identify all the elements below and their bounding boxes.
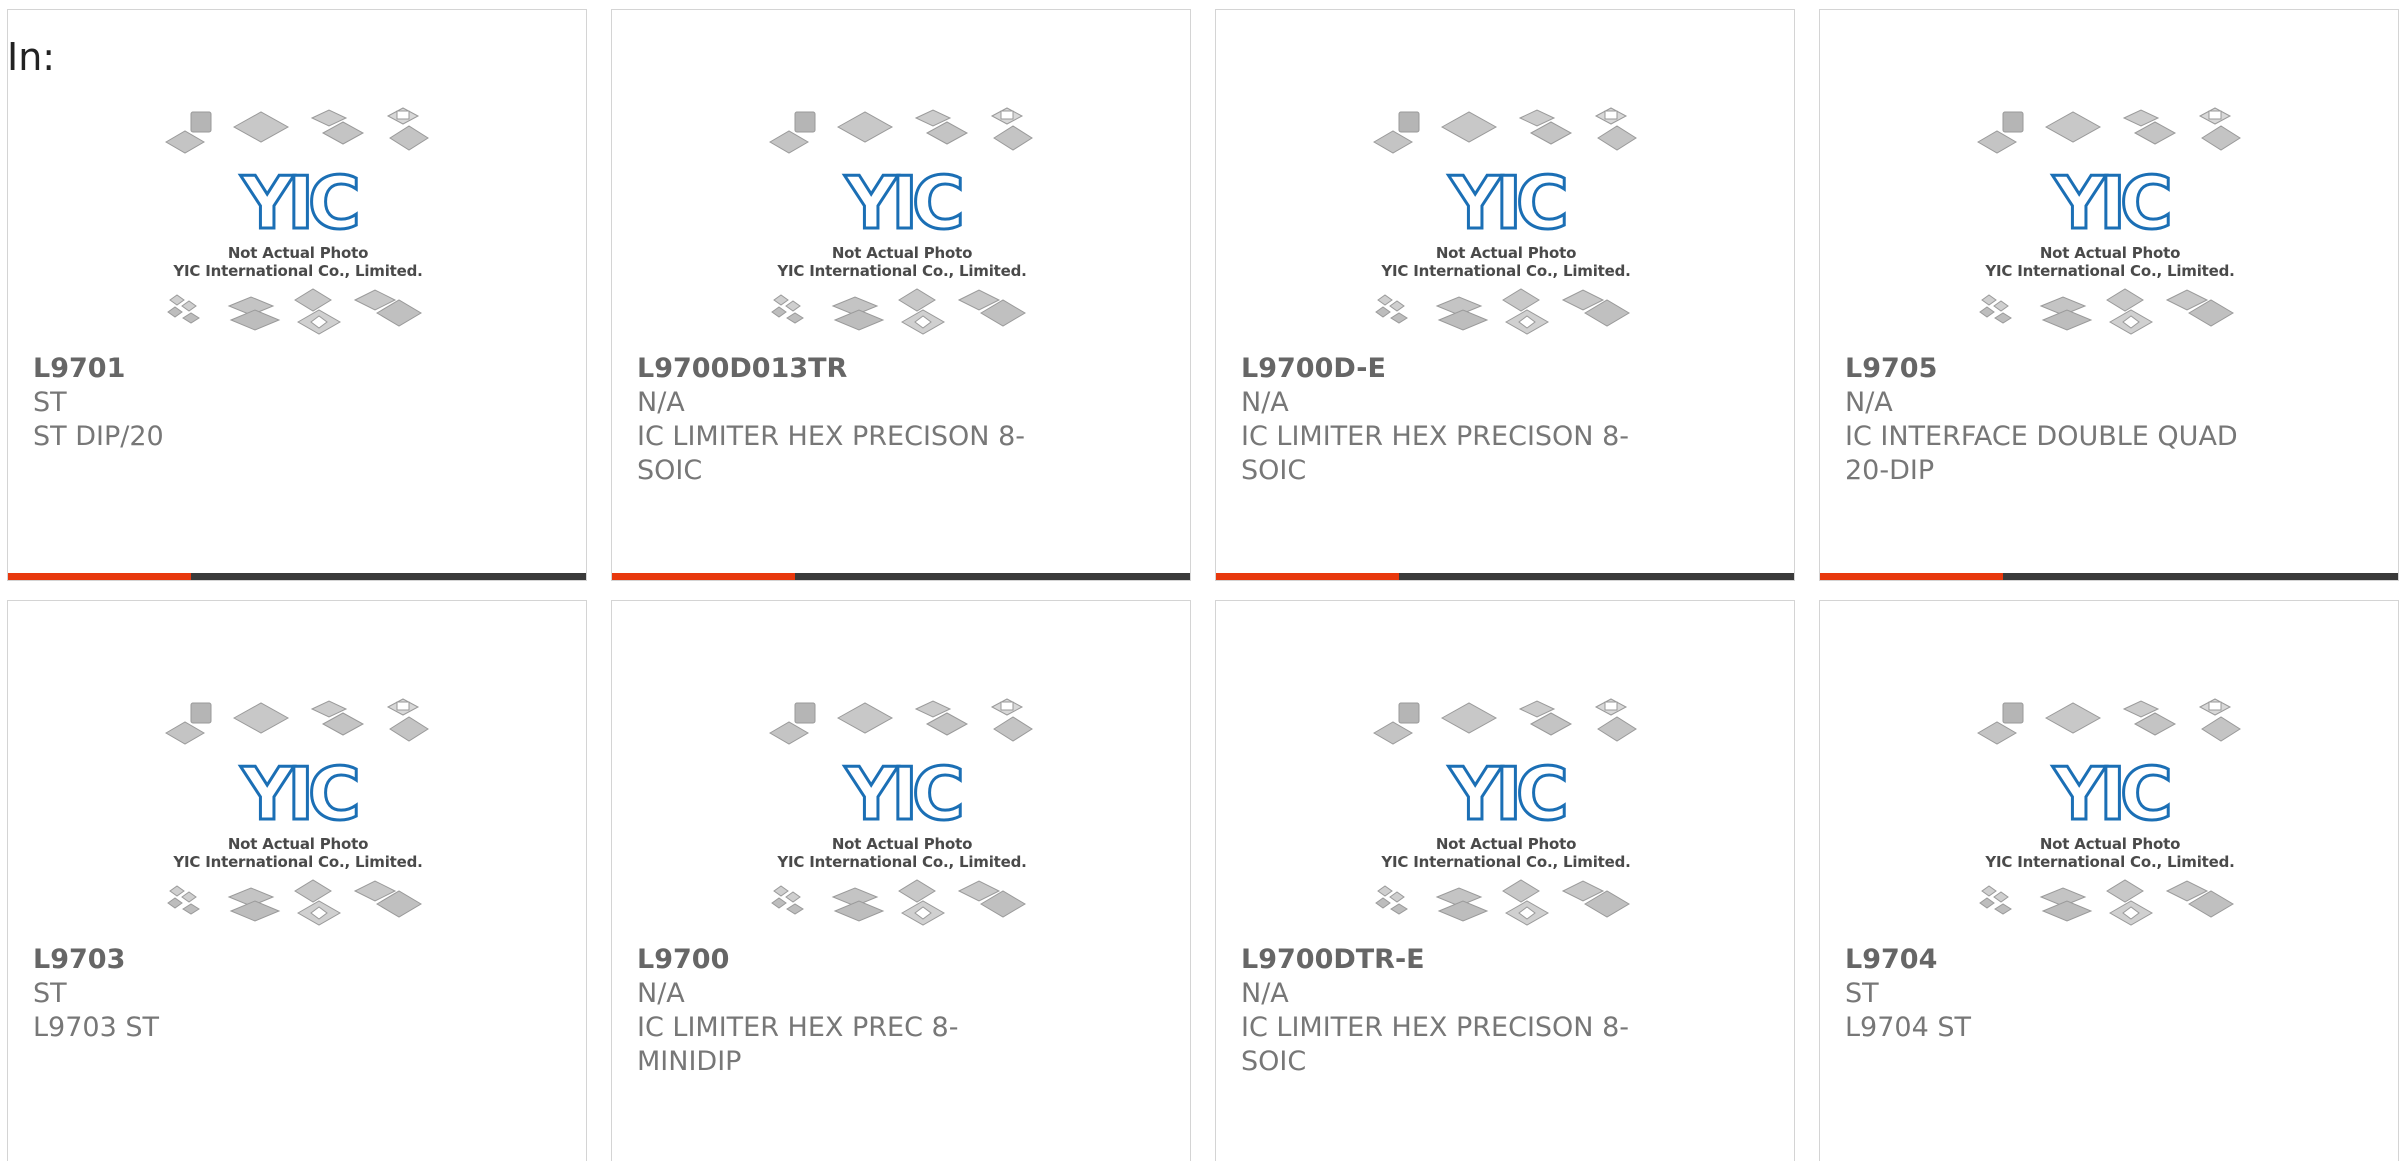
yic-logo: YIC (1448, 752, 1565, 836)
chip-cluster-bottom (1979, 879, 2234, 926)
card-accent-bar (612, 573, 795, 580)
chip-cluster-top (1373, 107, 1637, 154)
part-number[interactable]: L9700D013TR (637, 352, 1057, 386)
placeholder-caption-line1: Not Actual Photo (2039, 244, 2181, 262)
chip-cluster-top (1373, 698, 1637, 745)
manufacturer: N/A (1845, 387, 1893, 418)
yic-logo: YIC (240, 752, 357, 836)
yic-logo: YIC (1448, 161, 1565, 245)
product-info: L9703 ST L9703 ST (33, 943, 453, 1045)
chip-cluster-bottom (1375, 879, 1630, 926)
yic-logo: YIC (844, 161, 961, 245)
chip-cluster-top (165, 698, 429, 745)
part-number[interactable]: L9701 (33, 352, 453, 386)
part-number[interactable]: L9705 (1845, 352, 2265, 386)
manufacturer: N/A (1241, 387, 1289, 418)
description: IC LIMITER HEX PRECISON 8-SOIC (1241, 1012, 1630, 1077)
product-card[interactable]: YIC Not Actual Photo YIC International C… (7, 9, 587, 581)
page: In: YIC Not Actual Photo YIC Internation… (0, 0, 2400, 1161)
chip-cluster-bottom (771, 288, 1026, 335)
placeholder-caption-line2: YIC International Co., Limited. (1381, 262, 1631, 280)
placeholder-image: YIC Not Actual Photo YIC International C… (1371, 691, 1641, 936)
product-info: L9700 N/A IC LIMITER HEX PREC 8-MINIDIP (637, 943, 1057, 1079)
chip-cluster-top (1977, 107, 2241, 154)
placeholder-caption-line1: Not Actual Photo (1435, 835, 1577, 853)
yic-logo: YIC (2052, 752, 2169, 836)
card-bottom-bar (612, 573, 1190, 580)
product-card[interactable]: YIC Not Actual Photo YIC International C… (611, 600, 1191, 1161)
placeholder-caption-line2: YIC International Co., Limited. (777, 262, 1027, 280)
part-number[interactable]: L9700DTR-E (1241, 943, 1661, 977)
product-card[interactable]: YIC Not Actual Photo YIC International C… (1819, 9, 2399, 581)
yic-logo: YIC (2052, 161, 2169, 245)
manufacturer: N/A (637, 978, 685, 1009)
description: IC LIMITER HEX PRECISON 8-SOIC (637, 421, 1026, 486)
placeholder-caption-line1: Not Actual Photo (831, 244, 973, 262)
product-card[interactable]: YIC Not Actual Photo YIC International C… (1819, 600, 2399, 1161)
manufacturer: ST (1845, 978, 1879, 1009)
card-accent-bar (1216, 573, 1399, 580)
part-number[interactable]: L9700 (637, 943, 1057, 977)
card-bottom-bar (8, 573, 586, 580)
placeholder-caption-line2: YIC International Co., Limited. (173, 853, 423, 871)
yic-logo: YIC (844, 752, 961, 836)
in-label: In: (7, 35, 56, 79)
yic-logo: YIC (240, 161, 357, 245)
card-bottom-bar (1820, 573, 2398, 580)
part-number[interactable]: L9700D-E (1241, 352, 1661, 386)
description: IC INTERFACE DOUBLE QUAD 20-DIP (1845, 421, 2238, 486)
part-number[interactable]: L9704 (1845, 943, 2265, 977)
placeholder-caption-line1: Not Actual Photo (227, 244, 369, 262)
description: IC LIMITER HEX PREC 8-MINIDIP (637, 1012, 959, 1077)
placeholder-caption-line1: Not Actual Photo (831, 835, 973, 853)
placeholder-caption-line1: Not Actual Photo (1435, 244, 1577, 262)
description: L9703 ST (33, 1012, 159, 1043)
product-grid: YIC Not Actual Photo YIC International C… (7, 9, 2400, 1161)
product-info: L9705 N/A IC INTERFACE DOUBLE QUAD 20-DI… (1845, 352, 2265, 488)
manufacturer: N/A (1241, 978, 1289, 1009)
card-accent-bar (1820, 573, 2003, 580)
chip-cluster-top (769, 107, 1033, 154)
placeholder-caption-line1: Not Actual Photo (227, 835, 369, 853)
placeholder-image: YIC Not Actual Photo YIC International C… (163, 100, 433, 345)
product-info: L9700D-E N/A IC LIMITER HEX PRECISON 8-S… (1241, 352, 1661, 488)
product-info: L9700DTR-E N/A IC LIMITER HEX PRECISON 8… (1241, 943, 1661, 1079)
product-card[interactable]: YIC Not Actual Photo YIC International C… (1215, 9, 1795, 581)
chip-cluster-top (1977, 698, 2241, 745)
placeholder-caption-line2: YIC International Co., Limited. (1985, 853, 2235, 871)
placeholder-image: YIC Not Actual Photo YIC International C… (767, 691, 1037, 936)
product-info: L9700D013TR N/A IC LIMITER HEX PRECISON … (637, 352, 1057, 488)
placeholder-caption-line1: Not Actual Photo (2039, 835, 2181, 853)
description: L9704 ST (1845, 1012, 1971, 1043)
chip-cluster-bottom (1375, 288, 1630, 335)
product-info: L9704 ST L9704 ST (1845, 943, 2265, 1045)
placeholder-image: YIC Not Actual Photo YIC International C… (163, 691, 433, 936)
product-card[interactable]: YIC Not Actual Photo YIC International C… (1215, 600, 1795, 1161)
card-accent-bar (8, 573, 191, 580)
product-info: L9701 ST ST DIP/20 (33, 352, 453, 454)
description: IC LIMITER HEX PRECISON 8-SOIC (1241, 421, 1630, 486)
product-card[interactable]: YIC Not Actual Photo YIC International C… (611, 9, 1191, 581)
placeholder-caption-line2: YIC International Co., Limited. (1985, 262, 2235, 280)
chip-cluster-bottom (1979, 288, 2234, 335)
placeholder-caption-line2: YIC International Co., Limited. (1381, 853, 1631, 871)
card-bottom-bar (1216, 573, 1794, 580)
placeholder-image: YIC Not Actual Photo YIC International C… (1371, 100, 1641, 345)
manufacturer: N/A (637, 387, 685, 418)
manufacturer: ST (33, 978, 67, 1009)
product-card[interactable]: YIC Not Actual Photo YIC International C… (7, 600, 587, 1161)
placeholder-image: YIC Not Actual Photo YIC International C… (767, 100, 1037, 345)
chip-cluster-bottom (167, 879, 422, 926)
placeholder-caption-line2: YIC International Co., Limited. (173, 262, 423, 280)
placeholder-caption-line2: YIC International Co., Limited. (777, 853, 1027, 871)
placeholder-image: YIC Not Actual Photo YIC International C… (1975, 100, 2245, 345)
chip-cluster-bottom (771, 879, 1026, 926)
part-number[interactable]: L9703 (33, 943, 453, 977)
chip-cluster-top (165, 107, 429, 154)
chip-cluster-top (769, 698, 1033, 745)
description: ST DIP/20 (33, 421, 164, 452)
placeholder-image: YIC Not Actual Photo YIC International C… (1975, 691, 2245, 936)
manufacturer: ST (33, 387, 67, 418)
chip-cluster-bottom (167, 288, 422, 335)
